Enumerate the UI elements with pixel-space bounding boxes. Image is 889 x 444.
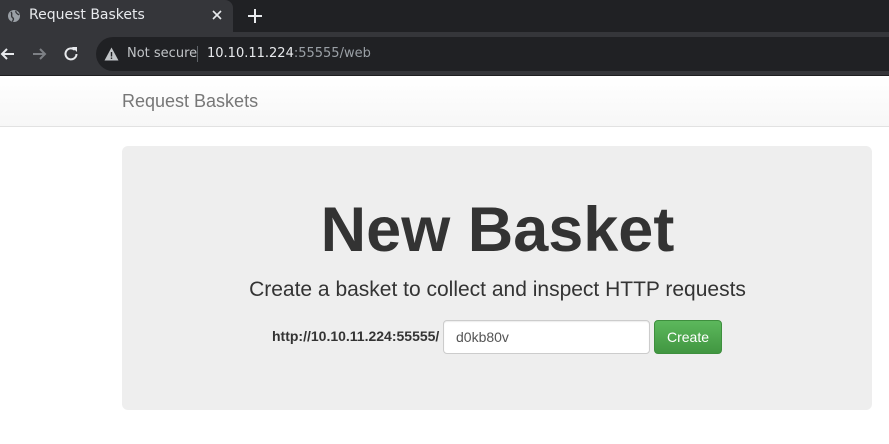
- browser-toolbar: Not secure 10.10.11.224:55555/web: [0, 32, 889, 76]
- page-subtitle: Create a basket to collect and inspect H…: [249, 278, 746, 301]
- address-bar[interactable]: Not secure 10.10.11.224:55555/web: [96, 37, 889, 71]
- browser-tab[interactable]: Request Baskets: [0, 0, 233, 32]
- address-separator: [197, 46, 198, 62]
- brand-link[interactable]: Request Baskets: [122, 91, 258, 112]
- warning-icon[interactable]: [104, 47, 119, 61]
- browser-tabstrip: Request Baskets: [0, 0, 889, 32]
- base-url-label: http://10.10.11.224:55555/: [272, 328, 440, 344]
- page-navbar: Request Baskets: [0, 76, 889, 127]
- url-path: :55555/web: [293, 46, 371, 61]
- reload-icon[interactable]: [61, 44, 81, 64]
- close-icon[interactable]: [208, 6, 226, 24]
- globe-icon: [8, 10, 20, 23]
- tab-title: Request Baskets: [29, 7, 145, 23]
- forward-arrow-icon[interactable]: [29, 44, 49, 64]
- back-arrow-icon[interactable]: [0, 44, 18, 64]
- url-host: 10.10.11.224: [207, 46, 294, 61]
- url-text[interactable]: 10.10.11.224:55555/web: [207, 46, 371, 61]
- page-title: New Basket: [320, 195, 675, 265]
- basket-name-input[interactable]: [443, 320, 650, 354]
- new-tab-icon[interactable]: [244, 5, 266, 27]
- create-button[interactable]: Create: [654, 320, 722, 354]
- not-secure-label[interactable]: Not secure: [127, 46, 197, 61]
